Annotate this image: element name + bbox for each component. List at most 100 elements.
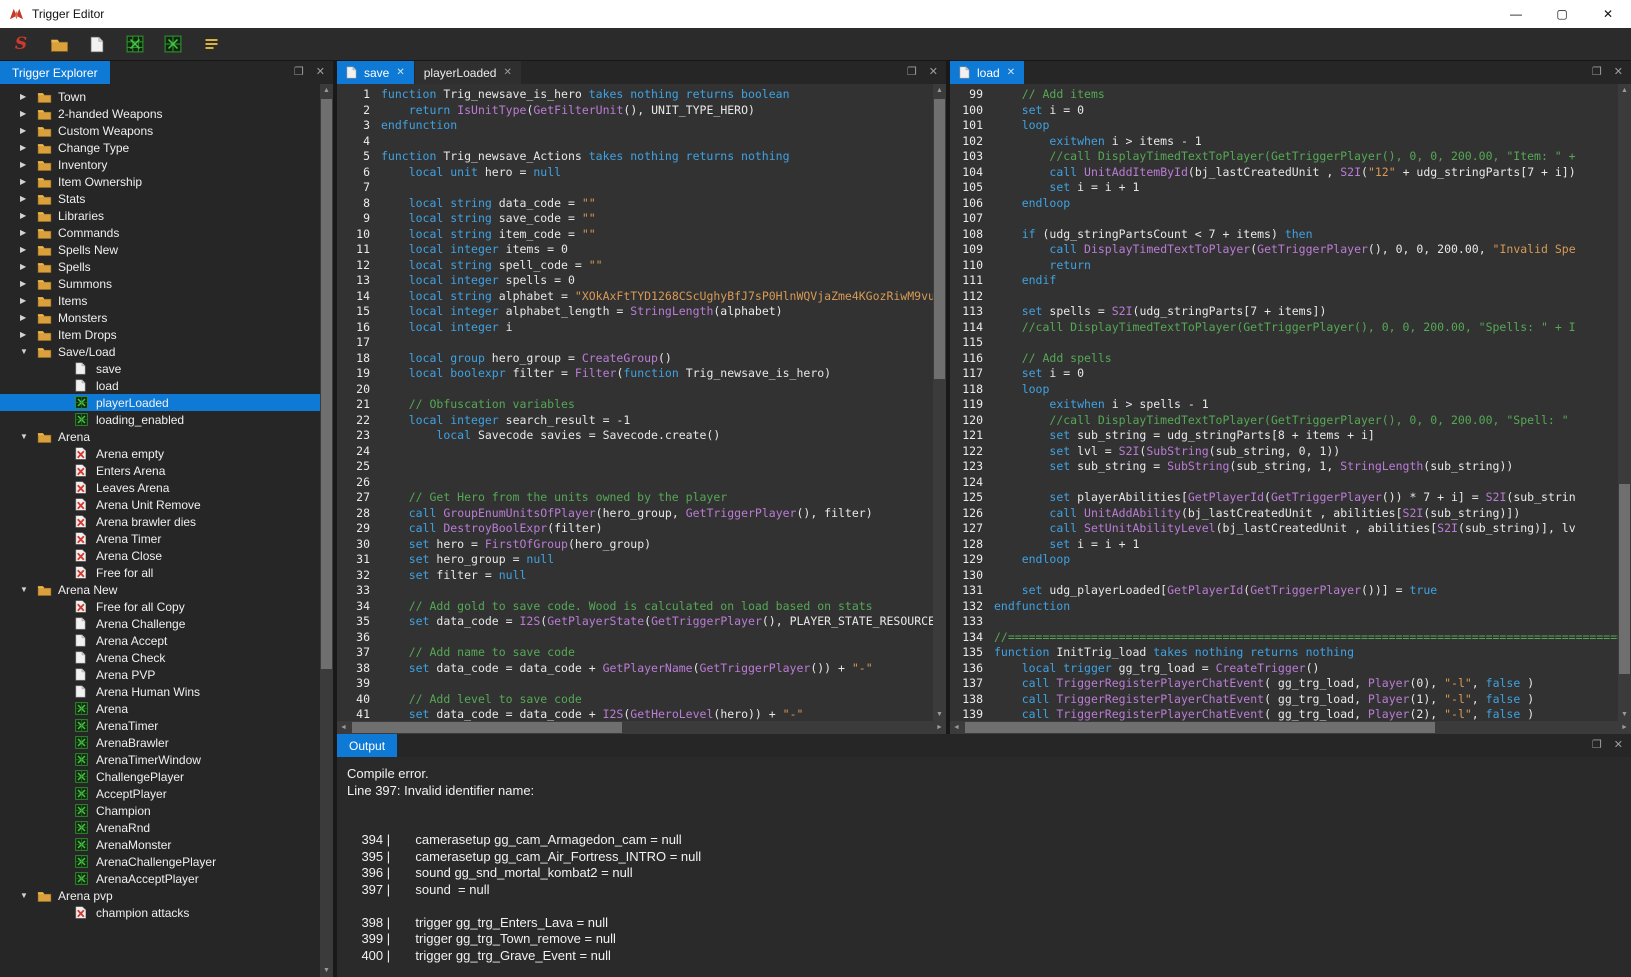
float-panel-icon[interactable]: ❐	[1592, 740, 1602, 751]
tree-item-arena-timer[interactable]: Arena Timer	[0, 530, 320, 547]
code-line[interactable]: 123 set sub_string = SubString(sub_strin…	[950, 459, 1618, 475]
code-line[interactable]: 117 set i = 0	[950, 366, 1618, 382]
code-line[interactable]: 6 local unit hero = null	[337, 165, 933, 181]
code-line[interactable]: 135function InitTrig_load takes nothing …	[950, 645, 1618, 661]
code-line[interactable]: 101 loop	[950, 118, 1618, 134]
tree-item-inventory[interactable]: ▶Inventory	[0, 156, 320, 173]
expand-arrow-icon[interactable]: ▶	[20, 109, 37, 118]
tree-item-item-drops[interactable]: ▶Item Drops	[0, 326, 320, 343]
code-line[interactable]: 41 set data_code = data_code + I2S(GetHe…	[337, 707, 933, 721]
code-line[interactable]: 7	[337, 180, 933, 196]
code-line[interactable]: 113 set spells = S2I(udg_stringParts[7 +…	[950, 304, 1618, 320]
code-line[interactable]: 2 return IsUnitType(GetFilterUnit(), UNI…	[337, 103, 933, 119]
code-line[interactable]: 18 local group hero_group = CreateGroup(…	[337, 351, 933, 367]
code-line[interactable]: 29 call DestroyBoolExpr(filter)	[337, 521, 933, 537]
code-line[interactable]: 23 local Savecode savies = Savecode.crea…	[337, 428, 933, 444]
collapse-arrow-icon[interactable]: ▼	[20, 891, 37, 900]
code-line[interactable]: 8 local string data_code = ""	[337, 196, 933, 212]
script-logo-icon[interactable]: S	[10, 33, 32, 55]
tree-item-items[interactable]: ▶Items	[0, 292, 320, 309]
tree-item-arenatimer[interactable]: ArenaTimer	[0, 717, 320, 734]
code-line[interactable]: 31 set hero_group = null	[337, 552, 933, 568]
close-panel-icon[interactable]: ✕	[316, 67, 325, 78]
code-line[interactable]: 116 // Add spells	[950, 351, 1618, 367]
scroll-down-icon[interactable]: ▼	[320, 964, 333, 977]
code-line[interactable]: 28 call GroupEnumUnitsOfPlayer(hero_grou…	[337, 506, 933, 522]
expand-arrow-icon[interactable]: ▶	[20, 143, 37, 152]
collapse-arrow-icon[interactable]: ▼	[20, 432, 37, 441]
code-line[interactable]: 105 set i = i + 1	[950, 180, 1618, 196]
close-panel-icon[interactable]: ✕	[1614, 740, 1623, 751]
tree-item-town[interactable]: ▶Town	[0, 88, 320, 105]
tree-item-playerloaded[interactable]: playerLoaded	[0, 394, 320, 411]
close-panel-icon[interactable]: ✕	[1614, 67, 1623, 78]
tree-item-free-for-all-copy[interactable]: Free for all Copy	[0, 598, 320, 615]
code-line[interactable]: 26	[337, 475, 933, 491]
tree-item-custom-weapons[interactable]: ▶Custom Weapons	[0, 122, 320, 139]
tree-item-monsters[interactable]: ▶Monsters	[0, 309, 320, 326]
collapse-arrow-icon[interactable]: ▼	[20, 347, 37, 356]
code-line[interactable]: 24	[337, 444, 933, 460]
tree-item-save-load[interactable]: ▼Save/Load	[0, 343, 320, 360]
tree-vertical-scrollbar[interactable]: ▲ ▼	[320, 84, 333, 977]
tree-item-2-handed-weapons[interactable]: ▶2-handed Weapons	[0, 105, 320, 122]
scroll-up-icon[interactable]: ▲	[1618, 84, 1631, 97]
code-line[interactable]: 124	[950, 475, 1618, 491]
code-line[interactable]: 32 set filter = null	[337, 568, 933, 584]
folder-icon[interactable]	[48, 33, 70, 55]
float-panel-icon[interactable]: ❐	[907, 67, 917, 78]
tree-item-loading-enabled[interactable]: loading_enabled	[0, 411, 320, 428]
tree-item-arena-empty[interactable]: Arena empty	[0, 445, 320, 462]
tree-item-item-ownership[interactable]: ▶Item Ownership	[0, 173, 320, 190]
tree-item-commands[interactable]: ▶Commands	[0, 224, 320, 241]
code-line[interactable]: 14 local string alphabet = "XOkAxFtTYD12…	[337, 289, 933, 305]
new-page-icon[interactable]	[86, 33, 108, 55]
expand-arrow-icon[interactable]: ▶	[20, 262, 37, 271]
green-grid-icon-2[interactable]	[162, 33, 184, 55]
code-line[interactable]: 37 // Add name to save code	[337, 645, 933, 661]
scroll-up-icon[interactable]: ▲	[933, 84, 946, 97]
save-horizontal-scrollbar[interactable]: ◄ ►	[337, 721, 946, 734]
code-line[interactable]: 118 loop	[950, 382, 1618, 398]
code-area-load[interactable]: 99 // Add items100 set i = 0101 loop102 …	[950, 84, 1618, 721]
code-line[interactable]: 10 local string item_code = ""	[337, 227, 933, 243]
code-line[interactable]: 3endfunction	[337, 118, 933, 134]
tree-item-arena-close[interactable]: Arena Close	[0, 547, 320, 564]
tree-item-leaves-arena[interactable]: Leaves Arena	[0, 479, 320, 496]
expand-arrow-icon[interactable]: ▶	[20, 313, 37, 322]
code-line[interactable]: 12 local string spell_code = ""	[337, 258, 933, 274]
code-line[interactable]: 121 set sub_string = udg_stringParts[8 +…	[950, 428, 1618, 444]
code-line[interactable]: 13 local integer spells = 0	[337, 273, 933, 289]
code-line[interactable]: 127 call SetUnitAbilityLevel(bj_lastCrea…	[950, 521, 1618, 537]
tree-item-arenamonster[interactable]: ArenaMonster	[0, 836, 320, 853]
tree-item-arena-check[interactable]: Arena Check	[0, 649, 320, 666]
tree-item-spells-new[interactable]: ▶Spells New	[0, 241, 320, 258]
code-line[interactable]: 139 call TriggerRegisterPlayerChatEvent(…	[950, 707, 1618, 721]
code-line[interactable]: 115	[950, 335, 1618, 351]
scroll-left-icon[interactable]: ◄	[950, 721, 963, 734]
tree-item-enters-arena[interactable]: Enters Arena	[0, 462, 320, 479]
code-line[interactable]: 25	[337, 459, 933, 475]
code-line[interactable]: 136 local trigger gg_trg_load = CreateTr…	[950, 661, 1618, 677]
tree-item-save[interactable]: save	[0, 360, 320, 377]
expand-arrow-icon[interactable]: ▶	[20, 228, 37, 237]
save-vertical-scrollbar[interactable]: ▲ ▼	[933, 84, 946, 721]
tree-item-stats[interactable]: ▶Stats	[0, 190, 320, 207]
tree-item-load[interactable]: load	[0, 377, 320, 394]
code-line[interactable]: 36	[337, 630, 933, 646]
code-line[interactable]: 5function Trig_newsave_Actions takes not…	[337, 149, 933, 165]
scroll-thumb[interactable]	[321, 99, 332, 669]
code-line[interactable]: 39	[337, 676, 933, 692]
tree-item-arena-human-wins[interactable]: Arena Human Wins	[0, 683, 320, 700]
tree-item-arenarnd[interactable]: ArenaRnd	[0, 819, 320, 836]
tree-item-challengeplayer[interactable]: ChallengePlayer	[0, 768, 320, 785]
list-icon[interactable]	[200, 33, 222, 55]
code-line[interactable]: 132endfunction	[950, 599, 1618, 615]
scroll-left-icon[interactable]: ◄	[337, 721, 350, 734]
code-line[interactable]: 27 // Get Hero from the units owned by t…	[337, 490, 933, 506]
code-line[interactable]: 99 // Add items	[950, 87, 1618, 103]
tree-item-arena-brawler-dies[interactable]: Arena brawler dies	[0, 513, 320, 530]
float-panel-icon[interactable]: ❐	[294, 67, 304, 78]
expand-arrow-icon[interactable]: ▶	[20, 279, 37, 288]
tree-item-arena[interactable]: ▼Arena	[0, 428, 320, 445]
